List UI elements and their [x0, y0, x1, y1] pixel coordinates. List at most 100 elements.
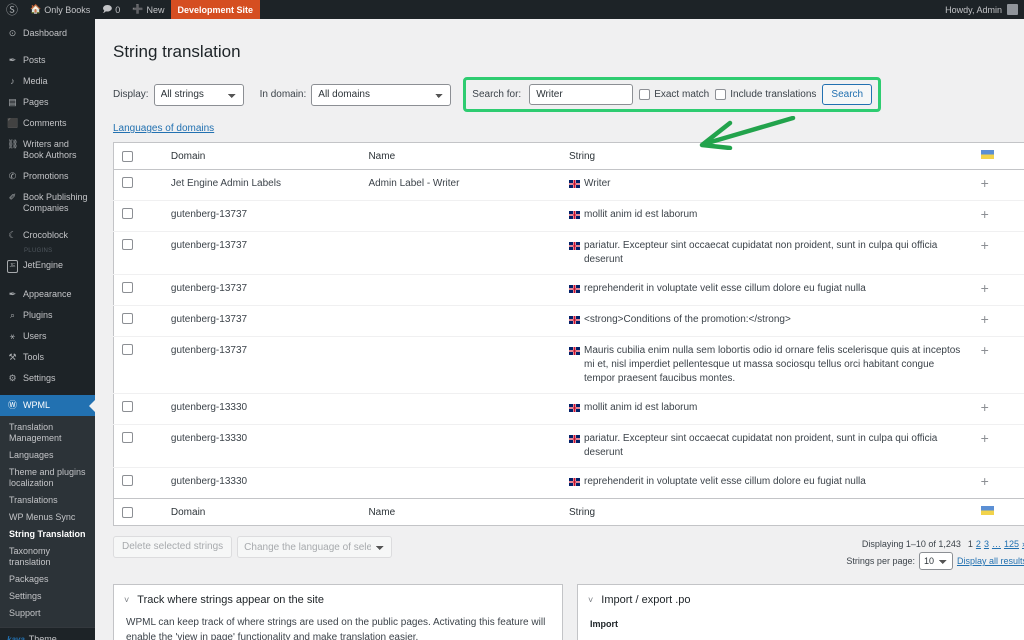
cell-add-translation[interactable]: + [972, 169, 1024, 201]
select-all-checkbox[interactable] [122, 150, 133, 162]
sidebar-item-tools[interactable]: ⚒ Tools [0, 347, 95, 368]
column-footer-domain[interactable]: Domain [162, 498, 361, 526]
column-header-domain[interactable]: Domain [162, 142, 361, 171]
plus-icon[interactable]: + [981, 238, 989, 252]
row-checkbox[interactable] [122, 475, 133, 487]
sidebar-item-theme[interactable]: kava Theme [0, 627, 95, 640]
row-select-cell[interactable] [113, 200, 163, 232]
cell-name [360, 231, 561, 275]
comments-menu[interactable]: 🗩 0 [96, 0, 126, 19]
cell-add-translation[interactable]: + [972, 336, 1024, 394]
column-header-string[interactable]: String [561, 142, 973, 171]
row-checkbox[interactable] [122, 344, 133, 356]
submenu-item-translation-management[interactable]: Translation Management [0, 419, 95, 447]
submenu-item-taxonomy-translation[interactable]: Taxonomy translation [0, 543, 95, 571]
sidebar-item-promotions[interactable]: ✆ Promotions [0, 166, 95, 187]
row-checkbox[interactable] [122, 313, 133, 325]
cell-add-translation[interactable]: + [972, 424, 1024, 468]
row-checkbox[interactable] [122, 432, 133, 444]
row-select-cell[interactable] [113, 305, 163, 337]
row-checkbox[interactable] [122, 239, 133, 251]
languages-of-domains-link[interactable]: Languages of domains [113, 123, 214, 134]
sidebar-item-wpml[interactable]: Ⓦ WPML [0, 395, 95, 416]
row-checkbox[interactable] [122, 177, 133, 189]
search-button[interactable]: Search [822, 84, 873, 106]
include-translations-checkbox-wrap[interactable]: Include translations [715, 89, 816, 101]
import-export-header[interactable]: ˅ Import / export .po [578, 585, 1024, 615]
wp-logo-menu[interactable]: Ⓢ [0, 0, 24, 19]
sidebar-item-dashboard[interactable]: ⊙ Dashboard [0, 23, 95, 44]
site-name-menu[interactable]: 🏠 Only Books [24, 0, 96, 19]
column-footer-name[interactable]: Name [360, 498, 561, 526]
sidebar-item-crocoblock[interactable]: ☾ Crocoblock [0, 225, 95, 246]
row-select-cell[interactable] [113, 169, 163, 201]
row-checkbox[interactable] [122, 208, 133, 220]
select-all-footer[interactable] [113, 498, 163, 526]
cell-add-translation[interactable]: + [972, 305, 1024, 337]
submenu-item-theme-and-plugins-localization[interactable]: Theme and plugins localization [0, 464, 95, 492]
display-select[interactable]: All strings [153, 83, 244, 106]
row-select-cell[interactable] [113, 274, 163, 306]
select-all-header[interactable] [113, 142, 163, 171]
cell-add-translation[interactable]: + [972, 467, 1024, 499]
bulk-actions: Delete selected strings Change the langu… [113, 536, 393, 559]
search-input[interactable] [529, 84, 634, 106]
plus-icon[interactable]: + [981, 431, 989, 445]
sidebar-item-media[interactable]: ♪ Media [0, 71, 95, 92]
plus-icon[interactable]: + [981, 343, 989, 357]
select-all-checkbox-footer[interactable] [122, 506, 133, 518]
avatar[interactable] [1007, 4, 1018, 15]
plus-icon[interactable]: + [981, 400, 989, 414]
plus-icon[interactable]: + [981, 176, 989, 190]
row-select-cell[interactable] [113, 336, 163, 394]
page-link-125[interactable]: 125 [1004, 539, 1019, 549]
sidebar-item-appearance[interactable]: ✒ Appearance [0, 284, 95, 305]
in-domain-select[interactable]: All domains [311, 83, 452, 106]
exact-match-checkbox[interactable] [639, 89, 651, 101]
page-link-2[interactable]: 2 [976, 539, 981, 549]
sidebar-item-comments[interactable]: ⬛ Comments [0, 113, 95, 134]
row-select-cell[interactable] [113, 393, 163, 425]
sidebar-item-writers-and-book-authors[interactable]: ⛓ Writers and Book Authors [0, 134, 95, 166]
page-link-[interactable]: … [992, 539, 1001, 549]
row-select-cell[interactable] [113, 424, 163, 468]
sidebar-item-settings[interactable]: ⚙ Settings [0, 368, 95, 389]
change-language-select[interactable]: Change the language of selected strings [237, 536, 393, 559]
sidebar-item-jetengine[interactable]: JE JetEngine [0, 255, 95, 278]
sidebar-item-pages[interactable]: ▤ Pages [0, 92, 95, 113]
row-checkbox[interactable] [122, 401, 133, 413]
exact-match-checkbox-wrap[interactable]: Exact match [639, 89, 709, 101]
row-select-cell[interactable] [113, 467, 163, 499]
column-footer-string[interactable]: String [561, 498, 973, 526]
track-strings-header[interactable]: ˅ Track where strings appear on the site [114, 585, 562, 615]
column-header-name[interactable]: Name [360, 142, 561, 171]
submenu-item-packages[interactable]: Packages [0, 571, 95, 588]
sidebar-item-posts[interactable]: ✒ Posts [0, 50, 95, 71]
submenu-item-wp-menus-sync[interactable]: WP Menus Sync [0, 509, 95, 526]
submenu-item-support[interactable]: Support [0, 605, 95, 622]
plus-icon[interactable]: + [981, 207, 989, 221]
plus-icon[interactable]: + [981, 312, 989, 326]
plus-icon[interactable]: + [981, 281, 989, 295]
submenu-item-settings[interactable]: Settings [0, 588, 95, 605]
plus-icon[interactable]: + [981, 474, 989, 488]
sidebar-item-users[interactable]: ⚹ Users [0, 326, 95, 347]
new-content-menu[interactable]: ➕ New [126, 0, 170, 19]
sidebar-item-book-publishing-companies[interactable]: ✐ Book Publishing Companies [0, 187, 95, 219]
submenu-item-languages[interactable]: Languages [0, 447, 95, 464]
display-all-results-link[interactable]: Display all results [957, 553, 1024, 569]
cell-add-translation[interactable]: + [972, 200, 1024, 232]
page-link-3[interactable]: 3 [984, 539, 989, 549]
strings-per-page-select[interactable]: 10 [918, 552, 953, 571]
sidebar-item-plugins[interactable]: ⌕ Plugins [0, 305, 95, 326]
submenu-item-string-translation[interactable]: String Translation [0, 526, 95, 543]
submenu-item-translations[interactable]: Translations [0, 492, 95, 509]
delete-selected-strings-button[interactable]: Delete selected strings [113, 536, 233, 559]
row-select-cell[interactable] [113, 231, 163, 275]
cell-add-translation[interactable]: + [972, 274, 1024, 306]
cell-add-translation[interactable]: + [972, 231, 1024, 275]
row-checkbox[interactable] [122, 282, 133, 294]
uk-flag-icon [569, 435, 580, 444]
include-translations-checkbox[interactable] [715, 89, 727, 101]
cell-add-translation[interactable]: + [972, 393, 1024, 425]
